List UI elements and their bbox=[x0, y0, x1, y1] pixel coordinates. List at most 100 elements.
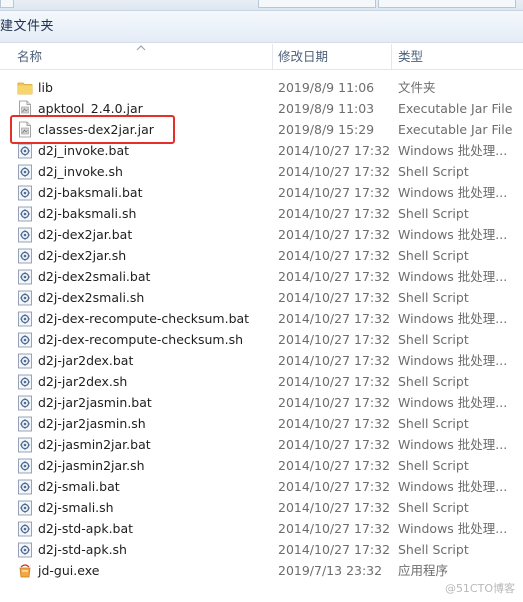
column-type-header[interactable]: 类型 bbox=[398, 44, 423, 70]
file-name: d2j-jasmin2jar.sh bbox=[38, 458, 145, 473]
file-name: lib bbox=[38, 80, 53, 95]
file-date: 2014/10/27 17:32 bbox=[278, 521, 391, 536]
file-date: 2014/10/27 17:32 bbox=[278, 332, 391, 347]
file-row[interactable]: d2j-smali.bat 2014/10/27 17:32 Windows 批处理… bbox=[0, 476, 523, 497]
top-strip-segment bbox=[0, 0, 14, 8]
batch-file-icon bbox=[17, 352, 33, 369]
batch-file-icon bbox=[17, 520, 33, 537]
file-type: Windows 批处理... bbox=[398, 227, 508, 242]
file-date: 2014/10/27 17:32 bbox=[278, 185, 391, 200]
top-strip-segment bbox=[258, 0, 376, 8]
column-date-header[interactable]: 修改日期 bbox=[278, 44, 328, 70]
highlight-annotation bbox=[10, 115, 175, 144]
file-type: Shell Script bbox=[398, 206, 469, 221]
file-date: 2019/7/13 23:32 bbox=[278, 563, 383, 578]
column-header: 名称 修改日期 类型 bbox=[0, 44, 523, 70]
file-type: Windows 批处理... bbox=[398, 185, 508, 200]
file-row[interactable]: d2j-jar2dex.sh 2014/10/27 17:32 Shell Scri… bbox=[0, 371, 523, 392]
file-row[interactable]: d2j-std-apk.bat 2014/10/27 17:32 Windows 批… bbox=[0, 518, 523, 539]
file-row[interactable]: d2j-baksmali.sh 2014/10/27 17:32 Shell Scr… bbox=[0, 203, 523, 224]
file-row[interactable]: d2j-dex2smali.bat 2014/10/27 17:32 Windows… bbox=[0, 266, 523, 287]
shell-script-icon bbox=[17, 541, 33, 558]
file-date: 2014/10/27 17:32 bbox=[278, 542, 391, 557]
file-row[interactable]: d2j-dex2jar.bat 2014/10/27 17:32 Windows 批… bbox=[0, 224, 523, 245]
file-type: Shell Script bbox=[398, 416, 469, 431]
file-type: Shell Script bbox=[398, 290, 469, 305]
file-date: 2014/10/27 17:32 bbox=[278, 290, 391, 305]
file-name: d2j-std-apk.sh bbox=[38, 542, 127, 557]
watermark: @51CTO博客 bbox=[444, 582, 515, 595]
file-name: d2j-jar2jasmin.sh bbox=[38, 416, 146, 431]
file-type: Windows 批处理... bbox=[398, 521, 508, 536]
file-type: Windows 批处理... bbox=[398, 269, 508, 284]
file-row[interactable]: d2j-dex2jar.sh 2014/10/27 17:32 Shell Scri… bbox=[0, 245, 523, 266]
file-type: Executable Jar File bbox=[398, 101, 513, 116]
file-type: Shell Script bbox=[398, 374, 469, 389]
column-divider[interactable] bbox=[391, 44, 392, 70]
batch-file-icon bbox=[17, 184, 33, 201]
file-date: 2014/10/27 17:32 bbox=[278, 227, 391, 242]
column-divider[interactable] bbox=[272, 44, 273, 70]
file-row[interactable]: d2j-jar2jasmin.bat 2014/10/27 17:32 Window… bbox=[0, 392, 523, 413]
column-name-header[interactable]: 名称 bbox=[17, 44, 42, 70]
file-row[interactable]: d2j-dex2smali.sh 2014/10/27 17:32 Shell Sc… bbox=[0, 287, 523, 308]
file-date: 2014/10/27 17:32 bbox=[278, 437, 391, 452]
file-name: d2j-dex2smali.bat bbox=[38, 269, 151, 284]
new-folder-button[interactable]: 建文件夹 bbox=[0, 11, 54, 43]
file-name: d2j_invoke.sh bbox=[38, 164, 123, 179]
file-name: d2j-dex2smali.sh bbox=[38, 290, 145, 305]
shell-script-icon bbox=[17, 205, 33, 222]
file-type: Shell Script bbox=[398, 458, 469, 473]
shell-script-icon bbox=[17, 331, 33, 348]
file-date: 2019/8/9 11:06 bbox=[278, 80, 375, 95]
file-name: d2j-jasmin2jar.bat bbox=[38, 437, 151, 452]
file-name: d2j-smali.sh bbox=[38, 500, 114, 515]
file-row[interactable]: jd-gui.exe 2019/7/13 23:32 应用程序 bbox=[0, 560, 523, 581]
file-date: 2014/10/27 17:32 bbox=[278, 353, 391, 368]
file-name: d2j-dex2jar.bat bbox=[38, 227, 133, 242]
file-row[interactable]: d2j-dex-recompute-checksum.bat 2014/10/27… bbox=[0, 308, 523, 329]
file-type: Windows 批处理... bbox=[398, 479, 508, 494]
file-type: Windows 批处理... bbox=[398, 437, 508, 452]
batch-file-icon bbox=[17, 310, 33, 327]
file-type: Shell Script bbox=[398, 248, 469, 263]
shell-script-icon bbox=[17, 415, 33, 432]
file-type: Executable Jar File bbox=[398, 122, 513, 137]
file-date: 2014/10/27 17:32 bbox=[278, 479, 391, 494]
file-row[interactable]: d2j-jasmin2jar.bat 2014/10/27 17:32 Window… bbox=[0, 434, 523, 455]
file-row[interactable]: lib 2019/8/9 11:06 文件夹 bbox=[0, 77, 523, 98]
file-type: Shell Script bbox=[398, 164, 469, 179]
file-name: d2j-jar2jasmin.bat bbox=[38, 395, 152, 410]
file-row[interactable]: d2j-smali.sh 2014/10/27 17:32 Shell Script bbox=[0, 497, 523, 518]
file-type: Shell Script bbox=[398, 332, 469, 347]
file-row[interactable]: d2j-std-apk.sh 2014/10/27 17:32 Shell Scri… bbox=[0, 539, 523, 560]
file-row[interactable]: d2j_invoke.sh 2014/10/27 17:32 Shell Scrip… bbox=[0, 161, 523, 182]
file-type: Shell Script bbox=[398, 500, 469, 515]
file-date: 2014/10/27 17:32 bbox=[278, 500, 391, 515]
file-name: d2j-jar2dex.bat bbox=[38, 353, 134, 368]
file-type: Shell Script bbox=[398, 542, 469, 557]
toolbar: 建文件夹 bbox=[0, 11, 523, 43]
file-row[interactable]: d2j-dex-recompute-checksum.sh 2014/10/27 … bbox=[0, 329, 523, 350]
batch-file-icon bbox=[17, 394, 33, 411]
file-row[interactable]: d2j-baksmali.bat 2014/10/27 17:32 Windows … bbox=[0, 182, 523, 203]
top-strip-segment bbox=[378, 0, 516, 8]
shell-script-icon bbox=[17, 373, 33, 390]
file-row[interactable]: d2j-jar2dex.bat 2014/10/27 17:32 Windows 批… bbox=[0, 350, 523, 371]
file-name: d2j-dex-recompute-checksum.bat bbox=[38, 311, 250, 326]
file-row[interactable]: d2j-jasmin2jar.sh 2014/10/27 17:32 Shell S… bbox=[0, 455, 523, 476]
file-name: d2j-smali.bat bbox=[38, 479, 120, 494]
batch-file-icon bbox=[17, 478, 33, 495]
file-row[interactable]: d2j-jar2jasmin.sh 2014/10/27 17:32 Shell S… bbox=[0, 413, 523, 434]
sort-ascending-icon bbox=[136, 45, 146, 51]
shell-script-icon bbox=[17, 289, 33, 306]
file-name: d2j-baksmali.bat bbox=[38, 185, 143, 200]
batch-file-icon bbox=[17, 268, 33, 285]
shell-script-icon bbox=[17, 499, 33, 516]
batch-file-icon bbox=[17, 142, 33, 159]
file-name: d2j-baksmali.sh bbox=[38, 206, 137, 221]
file-type: 应用程序 bbox=[398, 563, 449, 578]
file-date: 2014/10/27 17:32 bbox=[278, 458, 391, 473]
file-type: Windows 批处理... bbox=[398, 311, 508, 326]
file-type: Windows 批处理... bbox=[398, 143, 508, 158]
